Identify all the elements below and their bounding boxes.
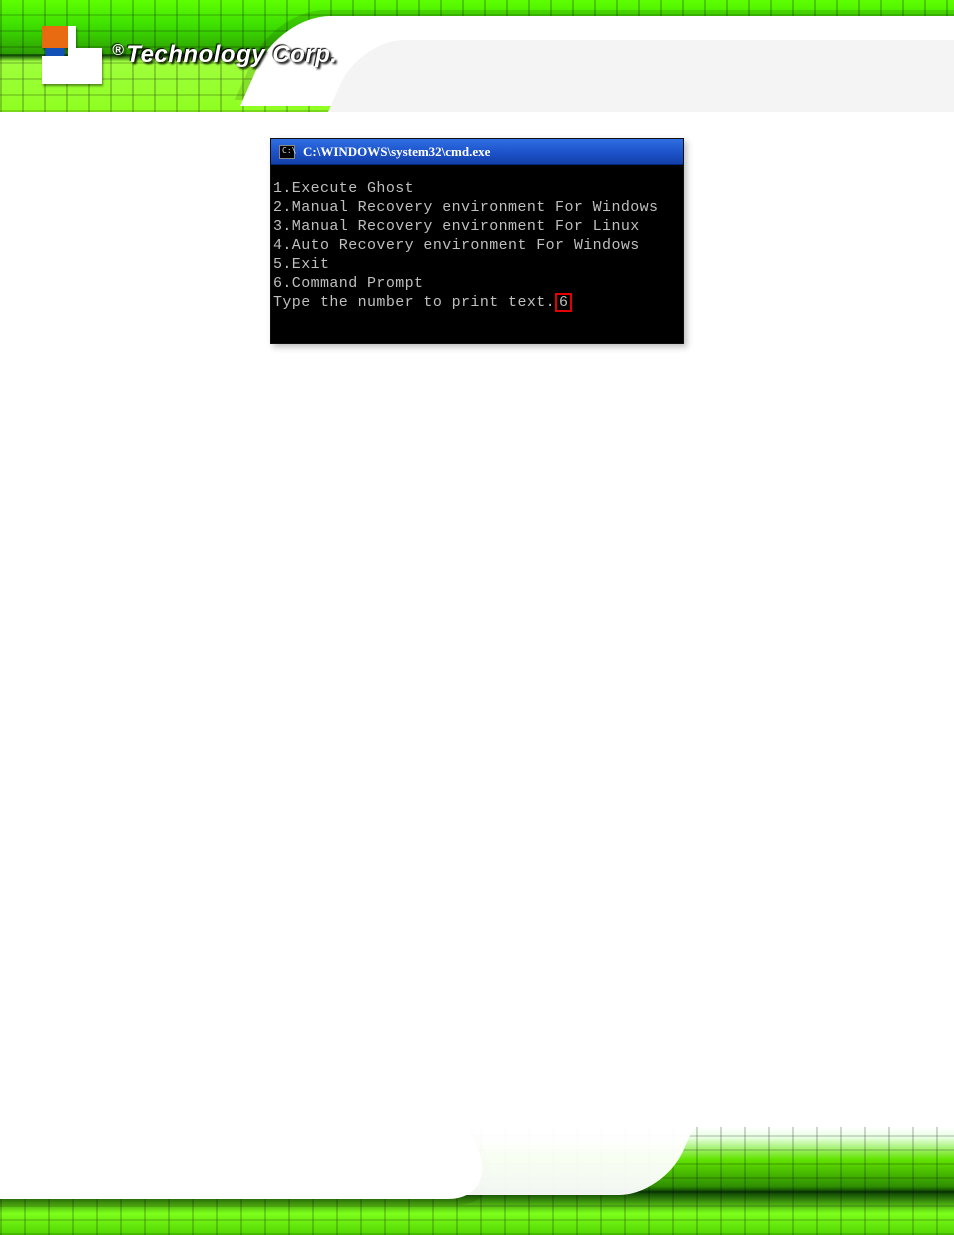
registered-mark: ® <box>112 42 124 59</box>
cmd-prompt-text: Type the number to print text. <box>273 294 555 311</box>
company-name: Technology Corp. <box>126 41 337 68</box>
iei-logo-icon <box>42 26 102 84</box>
cmd-option-1: 1.Execute Ghost <box>273 180 414 197</box>
header-diagonal-white-2 <box>320 40 954 112</box>
cmd-window: C:\ C:\WINDOWS\system32\cmd.exe 1.Execut… <box>270 138 684 344</box>
header-banner: ®Technology Corp. <box>0 0 954 112</box>
cmd-option-3: 3.Manual Recovery environment For Linux <box>273 218 640 235</box>
cmd-option-4: 4.Auto Recovery environment For Windows <box>273 237 640 254</box>
cmd-title-bar: C:\ C:\WINDOWS\system32\cmd.exe <box>271 139 683 165</box>
footer-banner <box>0 1127 954 1235</box>
brand-text: ®Technology Corp. <box>112 43 337 67</box>
cmd-icon: C:\ <box>279 145 295 159</box>
cmd-option-5: 5.Exit <box>273 256 329 273</box>
cmd-output: 1.Execute Ghost 2.Manual Recovery enviro… <box>271 165 683 343</box>
cmd-option-2: 2.Manual Recovery environment For Window… <box>273 199 658 216</box>
cmd-option-6: 6.Command Prompt <box>273 275 423 292</box>
cmd-selected-value: 6 <box>555 293 572 312</box>
cmd-title-text: C:\WINDOWS\system32\cmd.exe <box>303 144 490 160</box>
page-content: C:\ C:\WINDOWS\system32\cmd.exe 1.Execut… <box>0 112 954 344</box>
brand-logo: ®Technology Corp. <box>42 26 337 84</box>
